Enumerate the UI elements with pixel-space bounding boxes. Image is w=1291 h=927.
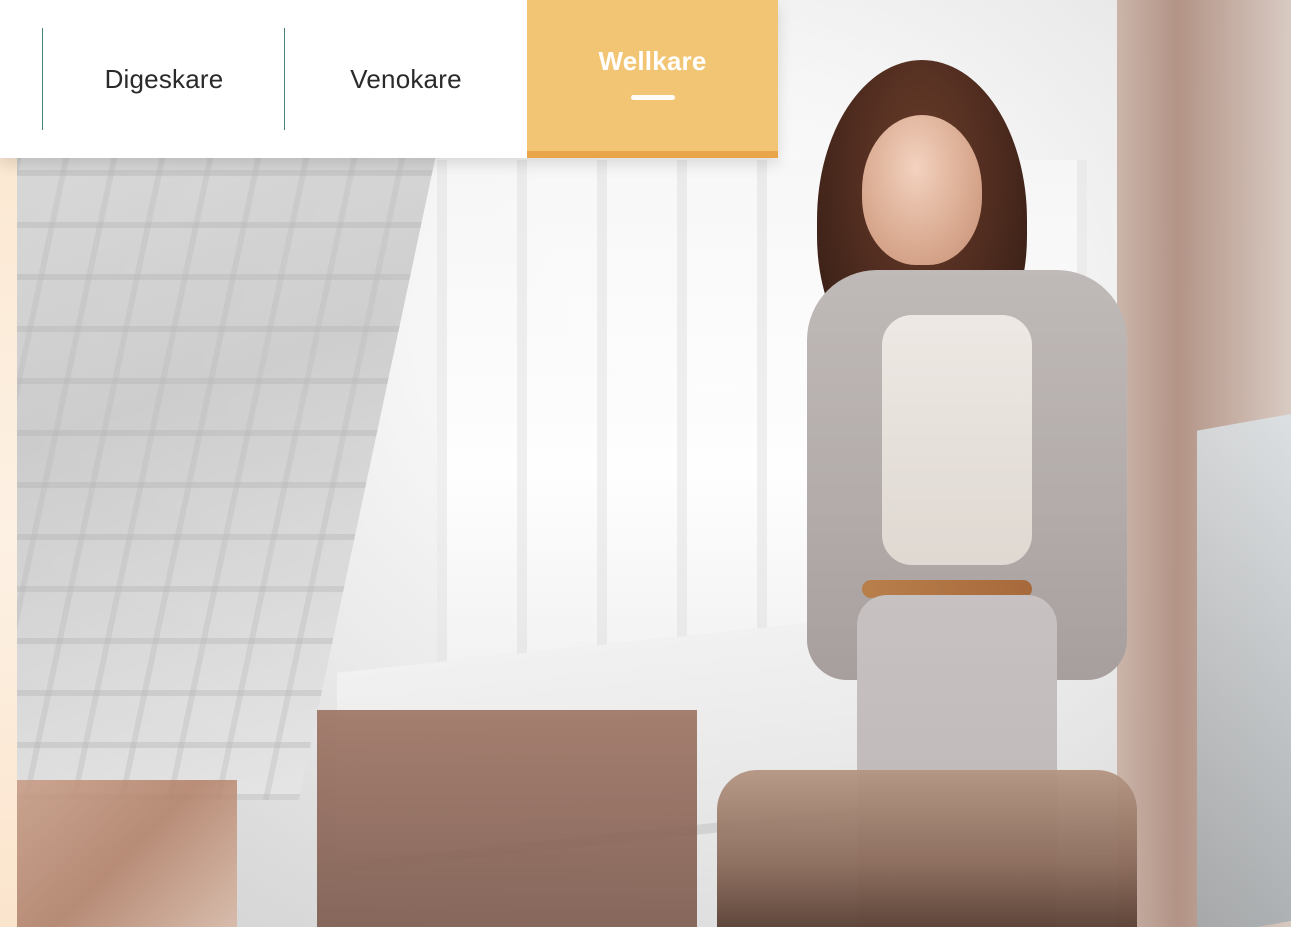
tab-label: Venokare (350, 63, 462, 94)
tab-wellkare[interactable]: Wellkare (527, 0, 778, 158)
active-tab-bottom-bar (527, 151, 778, 158)
tab-label: Wellkare (598, 46, 707, 76)
hero-glass-right (1197, 409, 1291, 927)
person-bag (717, 770, 1137, 927)
tab-digeskare[interactable]: Digeskare (43, 0, 285, 158)
person-blouse (882, 315, 1032, 565)
tab-venokare[interactable]: Venokare (285, 0, 527, 158)
hero-person (717, 60, 1157, 927)
person-face (862, 115, 982, 265)
hero-wood-mid (317, 710, 697, 927)
page: Digeskare Venokare Wellkare (0, 0, 1291, 927)
hero-wood-left (17, 780, 237, 927)
active-tab-underline (630, 95, 675, 100)
tabs-left-spacer (0, 0, 43, 158)
top-tabs: Digeskare Venokare Wellkare (0, 0, 778, 158)
left-cream-strip (0, 150, 17, 927)
tab-label: Digeskare (104, 63, 224, 94)
